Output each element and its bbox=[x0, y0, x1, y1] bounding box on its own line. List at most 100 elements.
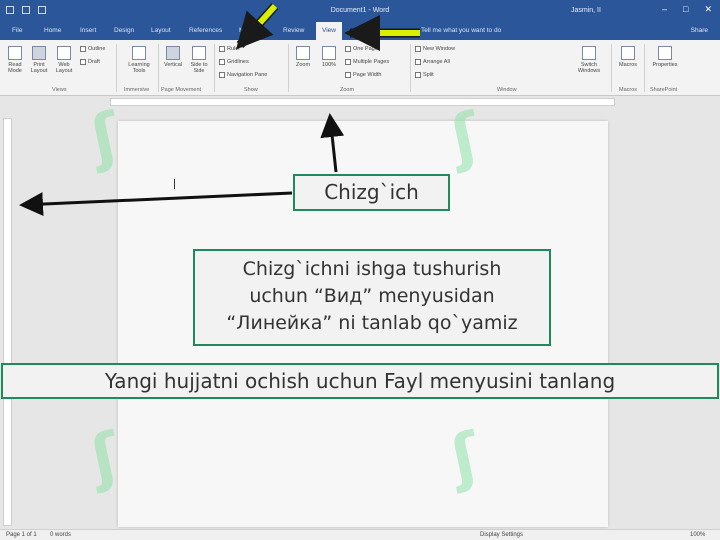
tab-view[interactable]: View bbox=[316, 22, 342, 40]
horizontal-ruler[interactable] bbox=[110, 98, 615, 106]
learning-tools-icon bbox=[132, 46, 146, 60]
zoom-button[interactable]: Zoom bbox=[292, 46, 314, 68]
ribbon-separator bbox=[116, 44, 117, 92]
window-title: Document1 - Word bbox=[330, 7, 390, 14]
tab-insert[interactable]: Insert bbox=[80, 27, 96, 34]
tab-references[interactable]: References bbox=[189, 27, 222, 34]
title-bar: Document1 - Word Jasmin, II – □ ✕ bbox=[0, 0, 720, 22]
properties-label: Properties bbox=[652, 62, 678, 68]
zoom-level[interactable]: 100% bbox=[690, 532, 705, 538]
window-controls: – □ ✕ bbox=[662, 4, 712, 15]
ruler-checkbox[interactable]: Ruler bbox=[219, 46, 240, 52]
instruction-line: Chizg`ichni ishga tushurish bbox=[242, 258, 502, 280]
window-group-label: Window bbox=[497, 87, 517, 93]
web-layout-button[interactable]: Web Layout bbox=[53, 46, 75, 74]
tab-file[interactable]: File bbox=[12, 27, 22, 34]
zoom-100-label: 100% bbox=[321, 62, 337, 68]
text-cursor bbox=[174, 179, 175, 189]
one-page-icon bbox=[345, 46, 351, 52]
zoom-100-button[interactable]: 100% bbox=[318, 46, 340, 68]
ruler-check-icon bbox=[219, 46, 225, 52]
ribbon-separator bbox=[288, 44, 289, 92]
page-count[interactable]: Page 1 of 1 bbox=[6, 532, 37, 538]
tab-layout[interactable]: Layout bbox=[151, 27, 171, 34]
split-label: Split bbox=[423, 72, 434, 78]
multiple-pages-button[interactable]: Multiple Pages bbox=[345, 59, 389, 65]
new-window-button[interactable]: New Window bbox=[415, 46, 455, 52]
vertical-button[interactable]: Vertical bbox=[162, 46, 184, 68]
instruction-line: uchun “Вид” menyusidan bbox=[249, 285, 495, 307]
tab-home[interactable]: Home bbox=[44, 27, 61, 34]
tell-me-search[interactable]: Tell me what you want to do bbox=[421, 27, 501, 34]
side-to-side-icon bbox=[192, 46, 206, 60]
ribbon-separator bbox=[410, 44, 411, 92]
new-window-label: New Window bbox=[423, 46, 456, 52]
one-page-button[interactable]: One Page bbox=[345, 46, 378, 52]
ruler-label: Ruler bbox=[227, 46, 241, 52]
outline-button[interactable]: Outline bbox=[80, 46, 105, 52]
page-width-button[interactable]: Page Width bbox=[345, 72, 381, 78]
arrange-all-icon bbox=[415, 59, 421, 65]
learning-tools-button[interactable]: Learning Tools bbox=[122, 46, 156, 74]
sharepoint-group-label: SharePoint bbox=[650, 87, 678, 93]
outline-icon bbox=[80, 46, 86, 52]
minimize-button[interactable]: – bbox=[662, 4, 667, 15]
zoom-label: Zoom bbox=[295, 62, 311, 68]
split-button[interactable]: Split bbox=[415, 72, 434, 78]
maximize-button[interactable]: □ bbox=[683, 4, 688, 15]
macros-icon bbox=[621, 46, 635, 60]
outline-label: Outline bbox=[88, 46, 106, 52]
multiple-pages-icon bbox=[345, 59, 351, 65]
switch-windows-label: Switch Windows bbox=[577, 62, 601, 74]
print-layout-label: Print Layout bbox=[30, 62, 48, 74]
macros-group-label: Macros bbox=[619, 87, 638, 93]
user-name[interactable]: Jasmin, II bbox=[571, 7, 601, 14]
navigation-pane-label: Navigation Pane bbox=[227, 72, 268, 78]
gridlines-label: Gridlines bbox=[227, 59, 249, 65]
ribbon-separator bbox=[158, 44, 159, 92]
page-width-icon bbox=[345, 72, 351, 78]
side-to-side-button[interactable]: Side to Side bbox=[186, 46, 212, 74]
word-window: Document1 - Word Jasmin, II – □ ✕ File H… bbox=[0, 0, 720, 540]
display-settings[interactable]: Display Settings bbox=[480, 532, 523, 538]
draft-button[interactable]: Draft bbox=[80, 59, 100, 65]
read-mode-button[interactable]: Read Mode bbox=[4, 46, 26, 74]
vertical-label: Vertical bbox=[163, 62, 183, 68]
web-layout-icon bbox=[57, 46, 71, 60]
ribbon-tabs: File Home Insert Design Layout Reference… bbox=[0, 22, 720, 40]
share-button[interactable]: Share bbox=[691, 27, 708, 34]
macros-label: Macros bbox=[618, 62, 638, 68]
learning-tools-label: Learning Tools bbox=[128, 62, 150, 74]
arrange-all-label: Arrange All bbox=[423, 59, 450, 65]
status-bar: Page 1 of 1 0 words Display Settings 100… bbox=[0, 529, 720, 540]
tab-mailings[interactable]: Mailings bbox=[239, 27, 263, 34]
views-group-label: Views bbox=[52, 87, 67, 93]
properties-button[interactable]: Properties bbox=[648, 46, 682, 68]
tab-design[interactable]: Design bbox=[114, 27, 134, 34]
close-button[interactable]: ✕ bbox=[704, 4, 712, 15]
page-movement-group-label: Page Movement bbox=[161, 87, 202, 93]
arrange-all-button[interactable]: Arrange All bbox=[415, 59, 450, 65]
split-icon bbox=[415, 72, 421, 78]
switch-windows-button[interactable]: Switch Windows bbox=[572, 46, 606, 74]
ribbon-view: Read Mode Print Layout Web Layout Outlin… bbox=[0, 40, 720, 96]
macros-button[interactable]: Macros bbox=[616, 46, 640, 68]
navigation-pane-checkbox[interactable]: Navigation Pane bbox=[219, 72, 267, 78]
zoom-icon bbox=[296, 46, 310, 60]
zoom-100-icon bbox=[322, 46, 336, 60]
new-window-icon bbox=[415, 46, 421, 52]
properties-icon bbox=[658, 46, 672, 60]
read-mode-label: Read Mode bbox=[8, 62, 22, 74]
gridlines-checkbox[interactable]: Gridlines bbox=[219, 59, 249, 65]
word-count[interactable]: 0 words bbox=[50, 532, 71, 538]
side-to-side-label: Side to Side bbox=[190, 62, 208, 74]
ribbon-separator bbox=[214, 44, 215, 92]
print-layout-button[interactable]: Print Layout bbox=[28, 46, 50, 74]
tab-review[interactable]: Review bbox=[283, 27, 304, 34]
banner-callout: Yangi hujjatni ochish uchun Fayl menyusi… bbox=[1, 363, 719, 399]
switch-windows-icon bbox=[582, 46, 596, 60]
navigation-pane-check-icon bbox=[219, 72, 225, 78]
read-mode-icon bbox=[8, 46, 22, 60]
vertical-ruler[interactable] bbox=[3, 118, 12, 526]
immersive-group-label: Immersive bbox=[124, 87, 150, 93]
